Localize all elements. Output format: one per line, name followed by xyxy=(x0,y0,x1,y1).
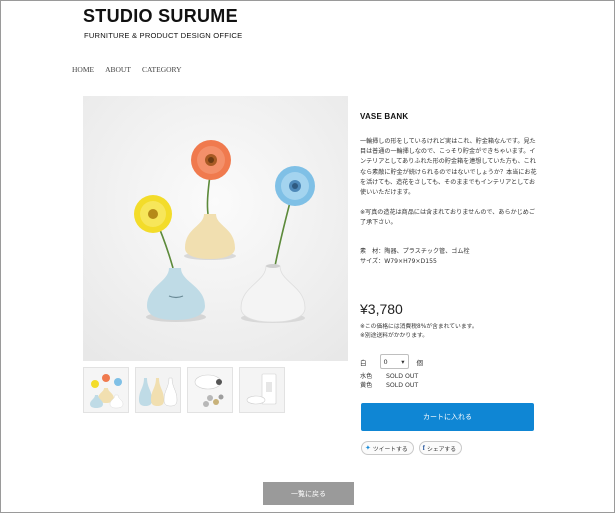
thumbnail-4[interactable] xyxy=(239,367,285,413)
facebook-f-icon: f xyxy=(422,444,426,452)
stock-row: 黄色 SOLD OUT xyxy=(360,381,418,390)
tweet-label: ツイートする xyxy=(372,446,408,453)
social-buttons: ✦ ツイートする f シェアする xyxy=(361,441,463,455)
quantity-value: 0 xyxy=(383,357,388,366)
product-specs: 素 材：陶器、プラスチック管、ゴム栓 サイズ：W79×H79×D155 xyxy=(360,247,538,267)
stock-status: SOLD OUT xyxy=(386,373,419,380)
site-subtitle: FURNITURE & PRODUCT DESIGN OFFICE xyxy=(84,31,243,40)
site-title[interactable]: STUDIO SURUME xyxy=(83,6,238,27)
chevron-down-icon: ▾ xyxy=(401,357,405,366)
thumbnail-3[interactable] xyxy=(187,367,233,413)
add-to-cart-button[interactable]: カートに入れる xyxy=(361,403,534,431)
stock-color: 黄色 xyxy=(360,382,373,390)
product-description: 一輪挿しの形をしているけれど実はこれ、貯金箱なんです。見た目は普通の一輪挿しなの… xyxy=(360,137,538,229)
stock-list: 水色 SOLD OUT 黄色 SOLD OUT xyxy=(360,372,418,391)
quantity-select[interactable]: 0 ▾ xyxy=(379,354,409,369)
tax-note: ※この価格には消費税8%が含まれています。 xyxy=(360,324,478,330)
share-label: シェアする xyxy=(427,446,457,453)
stock-status: SOLD OUT xyxy=(386,382,419,390)
shipping-note: ※別途送料がかかります。 xyxy=(360,332,429,339)
stock-row: 水色 SOLD OUT xyxy=(360,372,418,381)
quantity-unit: 個 xyxy=(416,358,424,367)
thumbnail-strip xyxy=(83,367,285,413)
spec-material: 素 材：陶器、プラスチック管、ゴム栓 xyxy=(360,247,470,255)
product-name: VASE BANK xyxy=(360,112,409,121)
twitter-bird-icon: ✦ xyxy=(365,444,371,452)
description-note: ※写真の造花は商品には含まれておりませんので、あらかじめご了承下さい。 xyxy=(360,209,535,227)
thumbnail-2[interactable] xyxy=(135,367,181,413)
tweet-button[interactable]: ✦ ツイートする xyxy=(361,441,414,455)
nav-about[interactable]: ABOUT xyxy=(105,65,131,74)
spec-size: サイズ：W79×H79×D155 xyxy=(360,257,437,265)
nav-home[interactable]: HOME xyxy=(72,65,94,74)
variant-label: 白 xyxy=(360,358,367,367)
product-main-image xyxy=(83,96,348,361)
main-nav: HOME ABOUT CATEGORY xyxy=(72,65,182,74)
price-notes: ※この価格には消費税8%が含まれています。 ※別途送料がかかります。 xyxy=(360,323,478,340)
stock-color: 水色 xyxy=(360,373,373,380)
vase-photo-illustration xyxy=(83,96,348,361)
product-price: ¥3,780 xyxy=(360,301,403,317)
share-button[interactable]: f シェアする xyxy=(418,441,463,455)
product-details: VASE BANK 一輪挿しの形をしているけれど実はこれ、貯金箱なんです。見た目… xyxy=(360,112,538,267)
quantity-row: 白 0 ▾ 個 xyxy=(360,354,423,369)
thumbnail-1[interactable] xyxy=(83,367,129,413)
back-to-list-button[interactable]: 一覧に戻る xyxy=(263,482,354,505)
nav-category[interactable]: CATEGORY xyxy=(142,65,182,74)
description-main: 一輪挿しの形をしているけれど実はこれ、貯金箱なんです。見た目は普通の一輪挿しなの… xyxy=(360,138,537,197)
